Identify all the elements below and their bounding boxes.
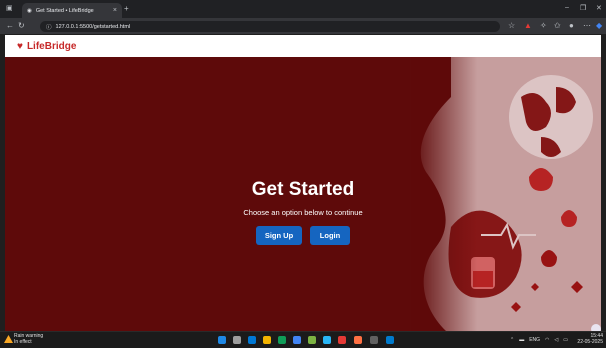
app-icon[interactable] — [354, 336, 362, 344]
task-view-icon[interactable] — [248, 336, 256, 344]
weather-widget[interactable]: Rain warning In effect — [14, 333, 43, 345]
tab-title: Get Started • LifeBridge — [35, 7, 94, 14]
windows-taskbar: Rain warning In effect ⌃ ▬ ENG ◠ ◁ ▭ 15:… — [0, 331, 606, 348]
back-icon[interactable]: ← — [6, 21, 14, 30]
extension-icon[interactable]: ▲ — [524, 21, 532, 30]
weather-subtitle: In effect — [14, 339, 32, 345]
brand-name: LifeBridge — [26, 40, 77, 52]
browser-address-row: ← ↻ ⓘ 127.0.0.1:5500/getstarted.html ☆ ▲… — [0, 18, 606, 34]
hero-section: Get Started Choose an option below to co… — [5, 57, 601, 331]
heart-icon: ♥ — [17, 40, 23, 52]
close-window-icon[interactable]: ✕ — [596, 4, 602, 12]
system-tray: ⌃ ▬ ENG ◠ ◁ ▭ — [510, 337, 568, 343]
vscode-icon[interactable] — [386, 336, 394, 344]
terminal-icon[interactable] — [370, 336, 378, 344]
start-icon[interactable] — [218, 336, 226, 344]
browser-tab[interactable]: ◉ Get Started • LifeBridge × — [22, 3, 122, 18]
page-subtitle: Choose an option below to continue — [243, 208, 363, 217]
browser-tab-bar: ▣ ◉ Get Started • LifeBridge × + – ❐ ✕ — [0, 0, 606, 18]
url-text: 127.0.0.1:5500/getstarted.html — [55, 23, 131, 30]
battery-icon[interactable]: ▭ — [563, 337, 568, 343]
reload-icon[interactable]: ↻ — [18, 21, 25, 30]
login-button[interactable]: Login — [310, 226, 350, 245]
volume-icon[interactable]: ◁ — [554, 337, 558, 343]
edge-icon[interactable] — [278, 336, 286, 344]
wifi-icon[interactable]: ◠ — [545, 337, 549, 343]
new-tab-button[interactable]: + — [124, 4, 129, 13]
tray-app-icon[interactable]: ▬ — [519, 337, 524, 343]
warning-icon[interactable] — [4, 335, 13, 343]
restore-icon[interactable]: ❐ — [580, 4, 586, 12]
sign-up-button[interactable]: Sign Up — [256, 226, 302, 245]
tray-chevron-icon[interactable]: ⌃ — [510, 337, 514, 343]
profile-icon[interactable]: ● — [569, 21, 574, 30]
close-tab-icon[interactable]: × — [113, 7, 117, 14]
action-buttons: Sign Up Login — [5, 226, 601, 245]
store-icon[interactable] — [308, 336, 316, 344]
address-bar[interactable]: ⓘ 127.0.0.1:5500/getstarted.html — [40, 21, 500, 32]
brand-logo[interactable]: ♥ LifeBridge — [17, 41, 76, 52]
site-header: ♥ LifeBridge — [5, 35, 601, 57]
clock[interactable]: 15:44 22-05-2025 — [577, 333, 603, 345]
tab-favicon-icon: ◉ — [27, 7, 32, 14]
favorites-icon[interactable]: ✩ — [554, 21, 561, 30]
bookmark-icon[interactable]: ☆ — [508, 21, 515, 30]
search-icon[interactable] — [233, 336, 241, 344]
menu-icon[interactable]: ⋯ — [583, 21, 591, 30]
chrome-icon[interactable] — [293, 336, 301, 344]
language-indicator[interactable]: ENG — [529, 337, 540, 343]
tab-actions-icon[interactable]: ▣ — [6, 4, 13, 12]
clock-date: 22-05-2025 — [577, 339, 603, 345]
minimize-icon[interactable]: – — [565, 4, 569, 11]
page-title: Get Started — [251, 179, 355, 200]
extensions-puzzle-icon[interactable]: ✧ — [540, 21, 547, 30]
copilot-icon[interactable]: ◆ — [596, 21, 602, 30]
get-started-panel: Get Started Choose an option below to co… — [5, 179, 601, 245]
browser-app-icon[interactable] — [338, 336, 346, 344]
site-info-icon[interactable]: ⓘ — [46, 23, 52, 31]
photos-icon[interactable] — [323, 336, 331, 344]
file-explorer-icon[interactable] — [263, 336, 271, 344]
